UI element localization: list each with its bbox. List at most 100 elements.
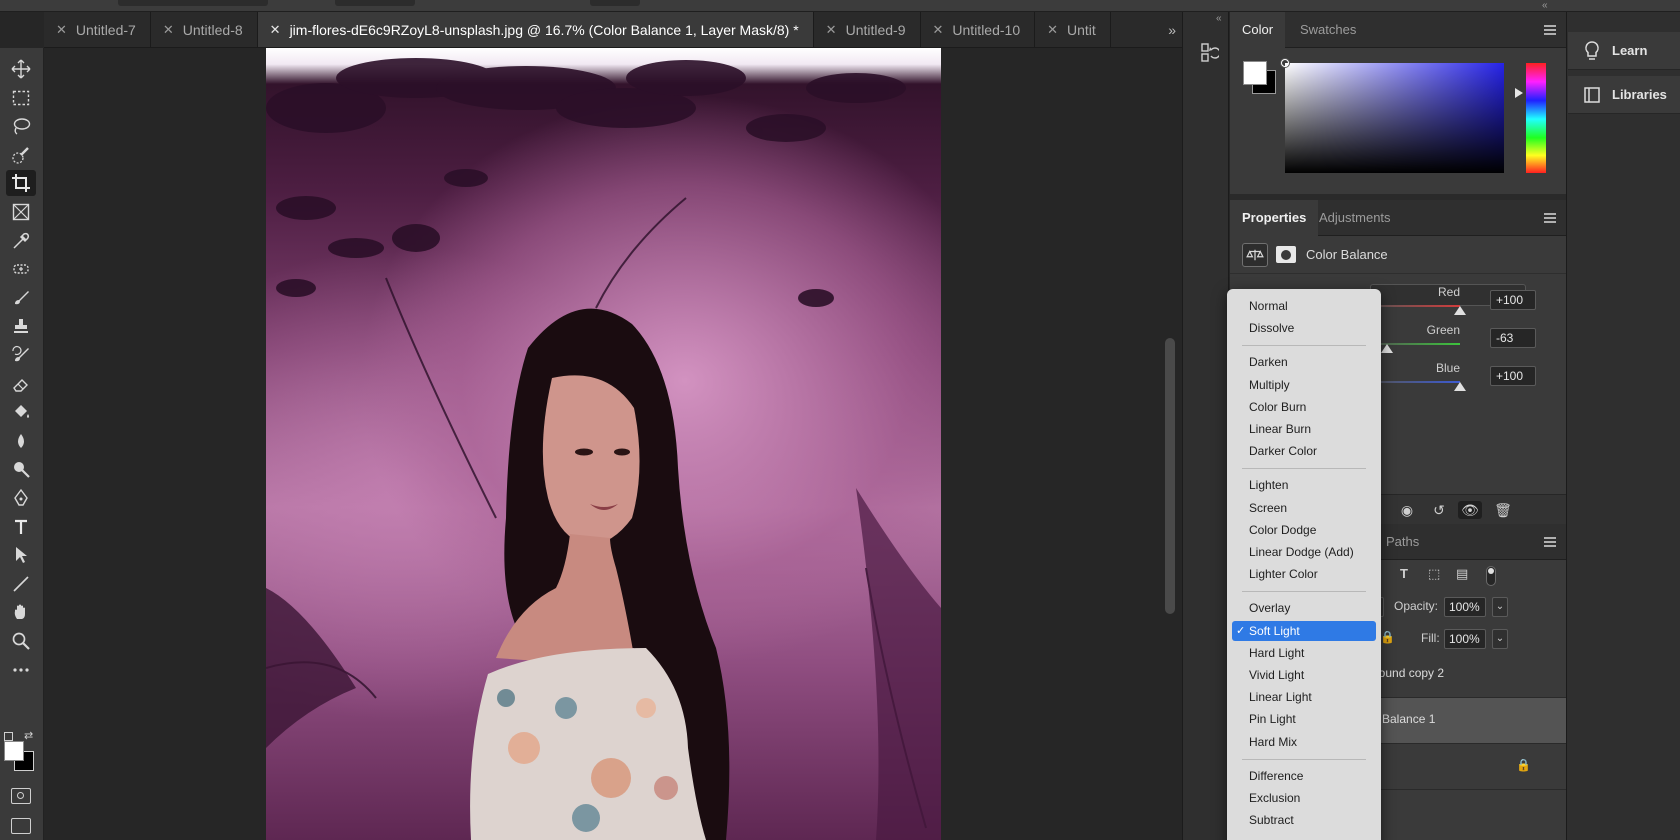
- hue-slider[interactable]: [1526, 63, 1546, 173]
- quick-mask-icon[interactable]: [11, 788, 31, 804]
- opacity-input[interactable]: 100%: [1444, 597, 1486, 617]
- close-icon[interactable]: ✕: [56, 22, 67, 38]
- screen-mode-icon[interactable]: [11, 818, 31, 834]
- layers-panel-menu-icon[interactable]: [1544, 537, 1556, 549]
- blend-mode-option[interactable]: Darker Color: [1232, 441, 1376, 461]
- close-icon[interactable]: ✕: [270, 22, 281, 38]
- close-icon[interactable]: ✕: [163, 22, 174, 38]
- reset-icon[interactable]: ↺: [1430, 501, 1448, 519]
- tab-swatches[interactable]: Swatches: [1288, 12, 1368, 48]
- filter-type-icon[interactable]: T: [1400, 566, 1408, 581]
- blend-mode-option[interactable]: Vivid Light: [1232, 665, 1376, 685]
- blend-mode-option[interactable]: Normal: [1232, 296, 1376, 316]
- blend-mode-option[interactable]: Dissolve: [1232, 318, 1376, 338]
- visibility-eye-icon[interactable]: 👁: [1458, 501, 1482, 519]
- move-icon[interactable]: [6, 56, 36, 82]
- blend-mode-option[interactable]: Hard Mix: [1232, 732, 1376, 752]
- tab-color[interactable]: Color: [1230, 12, 1286, 48]
- close-icon[interactable]: ✕: [826, 22, 837, 38]
- frame-icon[interactable]: [6, 199, 36, 225]
- lock-icon[interactable]: 🔒: [1380, 630, 1395, 644]
- history-brush-icon[interactable]: [6, 342, 36, 368]
- marquee-icon[interactable]: [6, 85, 36, 111]
- more-tools-icon[interactable]: [6, 657, 36, 683]
- layer-mask-icon[interactable]: [1276, 246, 1296, 263]
- color-balance-icon[interactable]: [1242, 243, 1268, 267]
- opacity-chevron-icon[interactable]: ⌄: [1492, 597, 1508, 617]
- fill-chevron-icon[interactable]: ⌄: [1492, 629, 1508, 649]
- blend-mode-option[interactable]: Pin Light: [1232, 709, 1376, 729]
- collapse-dock-icon[interactable]: «: [1542, 0, 1547, 11]
- slider-value-input[interactable]: +100: [1490, 290, 1536, 310]
- filter-toggle-icon[interactable]: [1486, 566, 1496, 586]
- document-tab[interactable]: ✕ Untitled-9: [814, 12, 921, 47]
- slider-handle[interactable]: [1380, 344, 1393, 353]
- tab-properties[interactable]: Properties: [1230, 200, 1319, 236]
- blend-mode-option[interactable]: Hard Light: [1232, 643, 1376, 663]
- learn-panel-button[interactable]: Learn: [1568, 32, 1680, 70]
- blend-mode-option[interactable]: Lighten: [1232, 475, 1376, 495]
- blend-mode-option[interactable]: Darken: [1232, 352, 1376, 372]
- default-colors-icon[interactable]: [4, 732, 13, 741]
- blend-mode-option[interactable]: Overlay: [1232, 598, 1376, 618]
- fill-input[interactable]: 100%: [1444, 629, 1486, 649]
- tab-paths[interactable]: Paths: [1376, 524, 1429, 560]
- crop-icon[interactable]: [6, 170, 36, 197]
- document-image[interactable]: [266, 48, 941, 840]
- blend-mode-option[interactable]: Lighter Color: [1232, 564, 1376, 584]
- collapse-panels-icon[interactable]: «: [1216, 13, 1221, 24]
- quick-select-icon[interactable]: [6, 142, 36, 168]
- delete-icon[interactable]: 🗑: [1494, 501, 1512, 519]
- options-field[interactable]: [590, 0, 640, 6]
- filter-shape-icon[interactable]: ⬚: [1428, 566, 1440, 582]
- blend-mode-option[interactable]: Linear Dodge (Add): [1232, 542, 1376, 562]
- properties-panel-menu-icon[interactable]: [1544, 213, 1556, 225]
- pen-icon[interactable]: [6, 485, 36, 511]
- blend-mode-menu[interactable]: Normal Dissolve Darken Multiply Color Burn Li…: [1227, 289, 1381, 840]
- document-tab[interactable]: ✕ Untitled-8: [151, 12, 258, 47]
- document-tab[interactable]: ✕ Untit: [1035, 12, 1111, 47]
- close-icon[interactable]: ✕: [933, 22, 944, 38]
- lasso-icon[interactable]: [6, 113, 36, 139]
- line-icon[interactable]: [6, 571, 36, 597]
- spot-healing-icon[interactable]: [6, 256, 36, 282]
- view-previous-icon[interactable]: ◉: [1398, 501, 1416, 519]
- paint-bucket-icon[interactable]: [6, 399, 36, 425]
- type-icon[interactable]: [6, 514, 36, 540]
- blend-mode-option[interactable]: Subtract: [1232, 810, 1376, 830]
- hand-icon[interactable]: [6, 599, 36, 625]
- libraries-panel-button[interactable]: Libraries: [1568, 76, 1680, 114]
- slider-handle[interactable]: [1454, 306, 1466, 315]
- slider-handle[interactable]: [1454, 382, 1466, 391]
- color-picker-cursor[interactable]: [1281, 59, 1289, 67]
- options-field[interactable]: [335, 0, 415, 6]
- blend-mode-option[interactable]: Screen: [1232, 498, 1376, 518]
- color-slider-track[interactable]: [1370, 381, 1460, 383]
- hue-slider-handle[interactable]: [1515, 88, 1523, 98]
- history-icon[interactable]: [1201, 42, 1221, 62]
- options-field[interactable]: [118, 0, 268, 6]
- blur-icon[interactable]: [6, 428, 36, 454]
- foreground-swatch[interactable]: [1243, 61, 1267, 85]
- foreground-color-swatch[interactable]: [4, 741, 24, 761]
- color-slider-track[interactable]: [1370, 305, 1460, 307]
- blend-mode-option[interactable]: Multiply: [1232, 375, 1376, 395]
- close-icon[interactable]: ✕: [1047, 22, 1058, 38]
- filter-smart-object-icon[interactable]: ▤: [1456, 566, 1468, 582]
- document-tab[interactable]: ✕ Untitled-10: [921, 12, 1036, 47]
- path-select-icon[interactable]: [6, 542, 36, 568]
- blend-mode-option[interactable]: Difference: [1232, 766, 1376, 786]
- brush-icon[interactable]: [6, 285, 36, 311]
- blend-mode-option[interactable]: Color Dodge: [1232, 520, 1376, 540]
- eyedropper-icon[interactable]: [6, 228, 36, 254]
- canvas-scrollbar[interactable]: [1165, 338, 1175, 614]
- color-panel-menu-icon[interactable]: [1544, 25, 1556, 37]
- eraser-icon[interactable]: [6, 371, 36, 397]
- slider-value-input[interactable]: -63: [1490, 328, 1536, 348]
- fg-bg-swatches[interactable]: ⇄: [4, 730, 38, 772]
- clone-stamp-icon[interactable]: [6, 313, 36, 339]
- tab-adjustments[interactable]: Adjustments: [1307, 200, 1403, 236]
- zoom-icon[interactable]: [6, 628, 36, 654]
- blend-mode-option[interactable]: ✓ Soft Light: [1232, 620, 1376, 641]
- blend-mode-option[interactable]: Exclusion: [1232, 788, 1376, 808]
